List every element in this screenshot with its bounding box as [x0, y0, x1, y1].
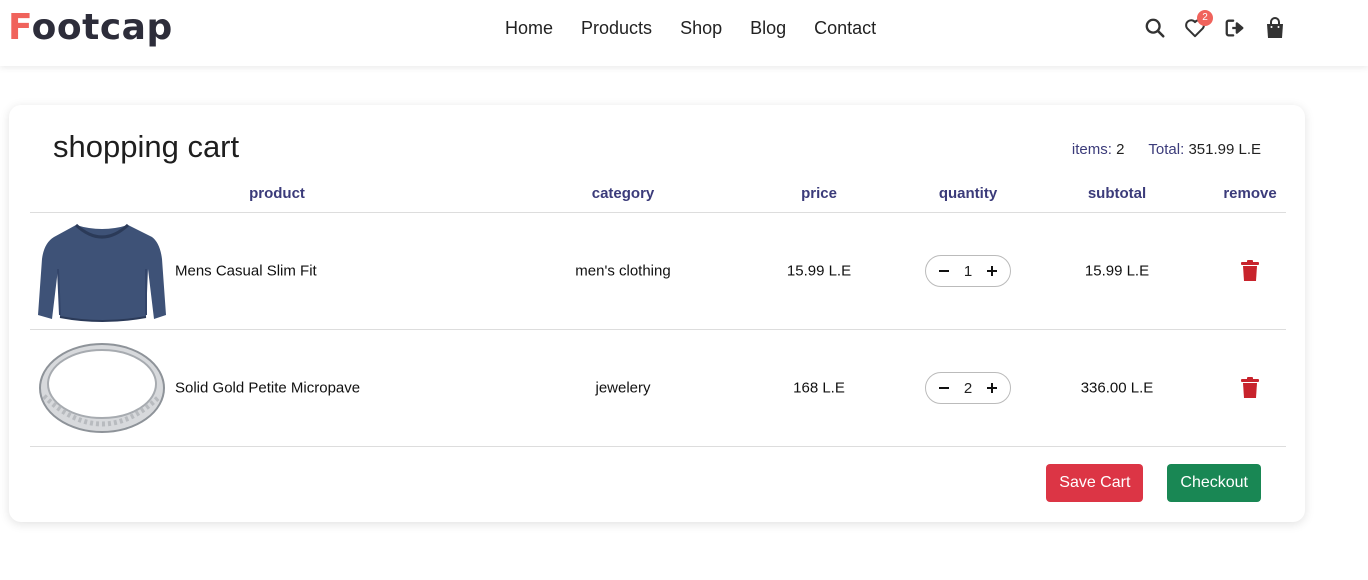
- decrease-quantity-button[interactable]: [936, 263, 952, 279]
- shopping-bag-icon[interactable]: [1263, 16, 1287, 40]
- navbar: Footcap Home Products Shop Blog Contact …: [0, 0, 1368, 66]
- cart-summary: items: 2 Total: 351.99 L.E: [1072, 141, 1261, 158]
- trash-icon[interactable]: [1240, 377, 1260, 399]
- total-summary: Total: 351.99 L.E: [1148, 141, 1261, 158]
- quantity-stepper: 1: [925, 255, 1011, 287]
- increase-quantity-button[interactable]: [984, 380, 1000, 396]
- table-header: product category price quantity subtotal…: [30, 175, 1286, 213]
- product-name[interactable]: Mens Casual Slim Fit: [175, 263, 317, 280]
- column-header-subtotal: subtotal: [1087, 185, 1147, 202]
- nav-shop[interactable]: Shop: [680, 17, 722, 39]
- decrease-quantity-button[interactable]: [936, 380, 952, 396]
- heart-icon[interactable]: 2: [1183, 10, 1213, 40]
- cart-table: product category price quantity subtotal…: [30, 175, 1286, 447]
- logout-icon[interactable]: [1223, 16, 1247, 40]
- total-value: 351.99 L.E: [1188, 141, 1261, 158]
- product-category: jewelery: [595, 379, 651, 397]
- nav-icons: 2: [1143, 10, 1303, 40]
- quantity-stepper: 2: [925, 372, 1011, 404]
- product-subtotal: 15.99 L.E: [1084, 262, 1150, 280]
- increase-quantity-button[interactable]: [984, 263, 1000, 279]
- items-summary: items: 2: [1072, 141, 1125, 158]
- nav-products[interactable]: Products: [581, 17, 652, 39]
- logo-rest: ootcap: [31, 7, 173, 48]
- wishlist-count-badge: 2: [1197, 10, 1213, 26]
- quantity-value: 1: [963, 262, 973, 280]
- table-row: Solid Gold Petite Micropave jewelery 168…: [30, 330, 1286, 447]
- product-image-shirt[interactable]: [36, 219, 168, 323]
- items-count: 2: [1116, 141, 1125, 158]
- search-icon[interactable]: [1143, 16, 1167, 40]
- trash-icon[interactable]: [1240, 260, 1260, 282]
- column-header-remove: remove: [1223, 185, 1277, 202]
- nav-contact[interactable]: Contact: [814, 17, 876, 39]
- product-price: 15.99 L.E: [786, 262, 852, 280]
- product-price: 168 L.E: [793, 379, 845, 397]
- save-cart-button[interactable]: Save Cart: [1046, 464, 1144, 502]
- column-header-price: price: [801, 185, 837, 202]
- table-row: Mens Casual Slim Fit men's clothing 15.9…: [30, 213, 1286, 330]
- column-header-category: category: [591, 185, 655, 202]
- column-header-quantity: quantity: [938, 185, 998, 202]
- brand-logo[interactable]: Footcap: [8, 6, 173, 50]
- quantity-value: 2: [963, 379, 973, 397]
- cart-card: shopping cart items: 2 Total: 351.99 L.E…: [9, 105, 1305, 522]
- checkout-button[interactable]: Checkout: [1167, 464, 1261, 502]
- nav-home[interactable]: Home: [505, 17, 553, 39]
- total-label: Total:: [1148, 141, 1185, 158]
- product-category: men's clothing: [575, 262, 671, 280]
- logo-first-letter: F: [8, 7, 32, 48]
- column-header-product: product: [249, 185, 305, 202]
- page-title: shopping cart: [53, 129, 240, 164]
- product-subtotal: 336.00 L.E: [1080, 379, 1154, 397]
- product-image-ring[interactable]: [36, 336, 168, 440]
- items-label: items:: [1071, 141, 1112, 158]
- cart-actions: Save Cart Checkout: [1046, 464, 1261, 502]
- nav-links: Home Products Shop Blog Contact: [505, 17, 904, 39]
- product-name[interactable]: Solid Gold Petite Micropave: [175, 380, 360, 397]
- nav-blog[interactable]: Blog: [750, 17, 786, 39]
